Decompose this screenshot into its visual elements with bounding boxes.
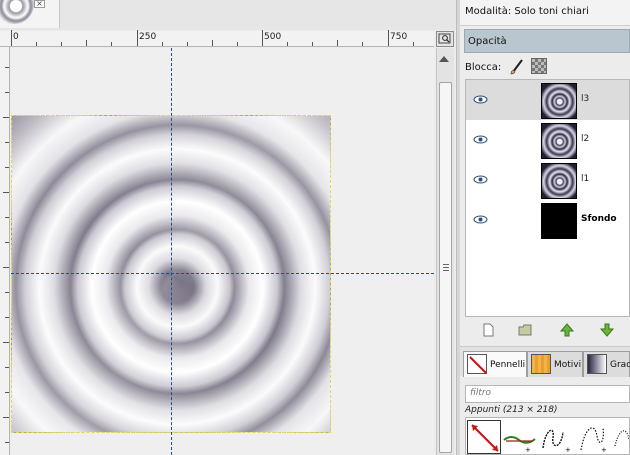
brush-sketch-3[interactable]	[611, 420, 629, 454]
eye-icon[interactable]	[473, 135, 488, 144]
svg-text:+: +	[601, 446, 607, 454]
tab-motivi[interactable]: Motivi	[527, 351, 583, 377]
ruler-label-0: 0	[13, 32, 19, 42]
layer-row-l2[interactable]: l2	[466, 120, 629, 160]
eye-icon[interactable]	[473, 215, 488, 224]
ruler-label-750: 750	[390, 32, 408, 42]
tab-label: Pennelli	[490, 360, 526, 370]
layer-thumbnail	[541, 203, 577, 239]
layer-thumbnail	[541, 83, 577, 119]
brush-grid: + + +	[465, 417, 630, 455]
gradient-icon	[587, 354, 607, 374]
scrollbar-thumb[interactable]	[439, 82, 452, 453]
brush-filter-input[interactable]: filtro	[465, 385, 630, 403]
tab-label: Grad	[610, 360, 630, 370]
layers-list: l3 l2 l1 Sfondo	[465, 79, 630, 317]
new-group-folder-icon[interactable]	[518, 323, 532, 337]
layer-thumbnail	[541, 123, 577, 159]
svg-text:+: +	[525, 446, 531, 454]
mode-text: Modalità: Solo toni chiari	[465, 6, 589, 17]
brush-clipboard[interactable]	[467, 420, 501, 454]
layer-row-l1[interactable]: l1	[466, 160, 629, 200]
scroll-up-arrow-icon[interactable]	[439, 56, 449, 62]
horizontal-guide[interactable]	[11, 273, 434, 274]
eye-icon[interactable]	[473, 95, 488, 104]
brush-icon	[467, 354, 487, 374]
clipboard-brush-label: Appunti (213 × 218)	[465, 405, 558, 415]
new-layer-icon[interactable]	[481, 323, 495, 337]
vertical-scrollbar[interactable]	[436, 48, 454, 455]
lower-layer-arrow-down-icon[interactable]	[600, 323, 614, 337]
opacity-slider[interactable]: Opacità	[464, 29, 630, 53]
layer-row-l3[interactable]: l3	[466, 80, 629, 120]
navigate-icon	[438, 33, 451, 44]
brush-text[interactable]: +	[503, 420, 537, 454]
layer-name: Sfondo	[581, 214, 617, 224]
svg-text:+: +	[565, 446, 571, 454]
ruler-label-250: 250	[139, 32, 157, 42]
layers-dock: Modalità: Solo toni chiari Opacità Blocc…	[460, 0, 630, 455]
layer-thumbnail	[541, 163, 577, 199]
image-tab-thumbnail	[0, 0, 34, 24]
image-tab-strip: ×	[0, 0, 460, 30]
vertical-ruler[interactable]	[0, 47, 10, 455]
horizontal-ruler[interactable]: 0 250 500 750	[0, 30, 434, 47]
layer-name: l3	[581, 94, 590, 104]
tab-label: Motivi	[554, 360, 582, 370]
layer-name: l2	[581, 134, 590, 144]
vertical-guide[interactable]	[171, 48, 172, 455]
layer-name: l1	[581, 174, 590, 184]
opacity-label: Opacità	[468, 36, 507, 47]
layer-row-sfondo[interactable]: Sfondo	[466, 200, 629, 240]
image-canvas[interactable]	[11, 48, 434, 455]
gimp-window: × 0 250 500 750 Modalità: Solo toni chia…	[0, 0, 630, 455]
brush-sketch-2[interactable]: +	[575, 420, 609, 454]
lock-alpha-checker-icon[interactable]	[531, 58, 547, 74]
tab-gradienti[interactable]: Grad	[583, 351, 630, 377]
navigate-button[interactable]	[436, 31, 454, 47]
brushes-dock-tabs: Pennelli Motivi Grad	[460, 346, 630, 377]
image-tab[interactable]: ×	[0, 0, 60, 28]
mode-selector[interactable]: Modalità: Solo toni chiari	[460, 0, 630, 26]
lock-label: Blocca:	[465, 62, 502, 73]
layer-buttons	[465, 321, 630, 341]
eye-icon[interactable]	[473, 175, 488, 184]
lock-pixels-brush-icon[interactable]	[509, 57, 525, 75]
raise-layer-arrow-up-icon[interactable]	[560, 323, 574, 337]
ruler-label-500: 500	[264, 32, 282, 42]
close-icon[interactable]: ×	[34, 0, 45, 8]
grip-icon	[443, 264, 449, 271]
pattern-icon	[531, 354, 551, 374]
filter-placeholder: filtro	[470, 388, 492, 398]
tab-pennelli[interactable]: Pennelli	[463, 351, 527, 377]
brush-sketch-1[interactable]: +	[539, 420, 573, 454]
